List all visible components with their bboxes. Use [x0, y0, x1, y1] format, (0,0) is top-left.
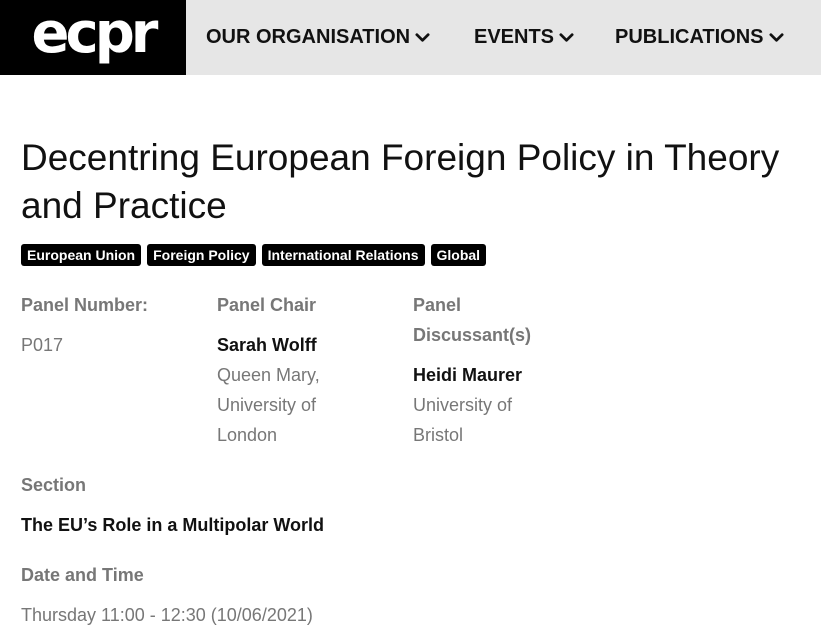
date-time-block: Date and Time Thursday 11:00 - 12:30 (10…	[21, 560, 801, 630]
panel-number-block: Panel Number: P017	[21, 290, 201, 360]
tag[interactable]: European Union	[21, 244, 142, 266]
nav-item-events[interactable]: EVENTS	[474, 26, 574, 49]
panel-number-label: Panel Number:	[21, 295, 149, 315]
nav-item-our-organisation[interactable]: OUR ORGANISATION	[206, 26, 430, 49]
panel-chair-label: Panel Chair	[217, 295, 317, 315]
chevron-down-icon	[415, 33, 430, 42]
section-block: Section The EU’s Role in a Multipolar Wo…	[21, 470, 801, 540]
nav-item-label: PUBLICATIONS	[615, 26, 764, 48]
panel-chair-affiliation: Queen Mary, University of London	[217, 365, 320, 445]
nav-item-label: EVENTS	[474, 26, 555, 48]
tag[interactable]: Global	[430, 244, 487, 266]
panel-discussant-name: Heidi Maurer	[413, 365, 523, 385]
section-label: Section	[21, 475, 87, 495]
panel-discussant-affiliation: University of Bristol	[413, 395, 513, 445]
ecpr-logo[interactable]: ecpr	[0, 0, 186, 75]
panel-discussant-block: Panel Discussant(s) Heidi Maurer Univers…	[413, 290, 563, 450]
logo-text: ecpr	[31, 0, 159, 66]
tag[interactable]: Foreign Policy	[147, 244, 256, 266]
tag[interactable]: International Relations	[261, 244, 425, 266]
tag-list: European Union Foreign Policy Internatio…	[21, 244, 487, 266]
date-time-label: Date and Time	[21, 565, 144, 585]
nav-item-label: OUR ORGANISATION	[206, 26, 411, 48]
panel-chair-block: Panel Chair Sarah Wolff Queen Mary, Univ…	[217, 290, 367, 450]
panel-chair-name: Sarah Wolff	[217, 335, 317, 355]
chevron-down-icon	[559, 33, 574, 42]
section-value: The EU’s Role in a Multipolar World	[21, 515, 325, 535]
panel-discussant-label: Panel Discussant(s)	[413, 295, 532, 345]
panel-number-value: P017	[21, 335, 64, 355]
date-time-value: Thursday 11:00 - 12:30 (10/06/2021)	[21, 605, 313, 625]
site-header: ecpr OUR ORGANISATION EVENTS PUBLICATION…	[0, 0, 821, 75]
chevron-down-icon	[768, 33, 784, 42]
nav-item-publications[interactable]: PUBLICATIONS	[615, 26, 784, 49]
page-title: Decentring European Foreign Policy in Th…	[21, 137, 780, 226]
